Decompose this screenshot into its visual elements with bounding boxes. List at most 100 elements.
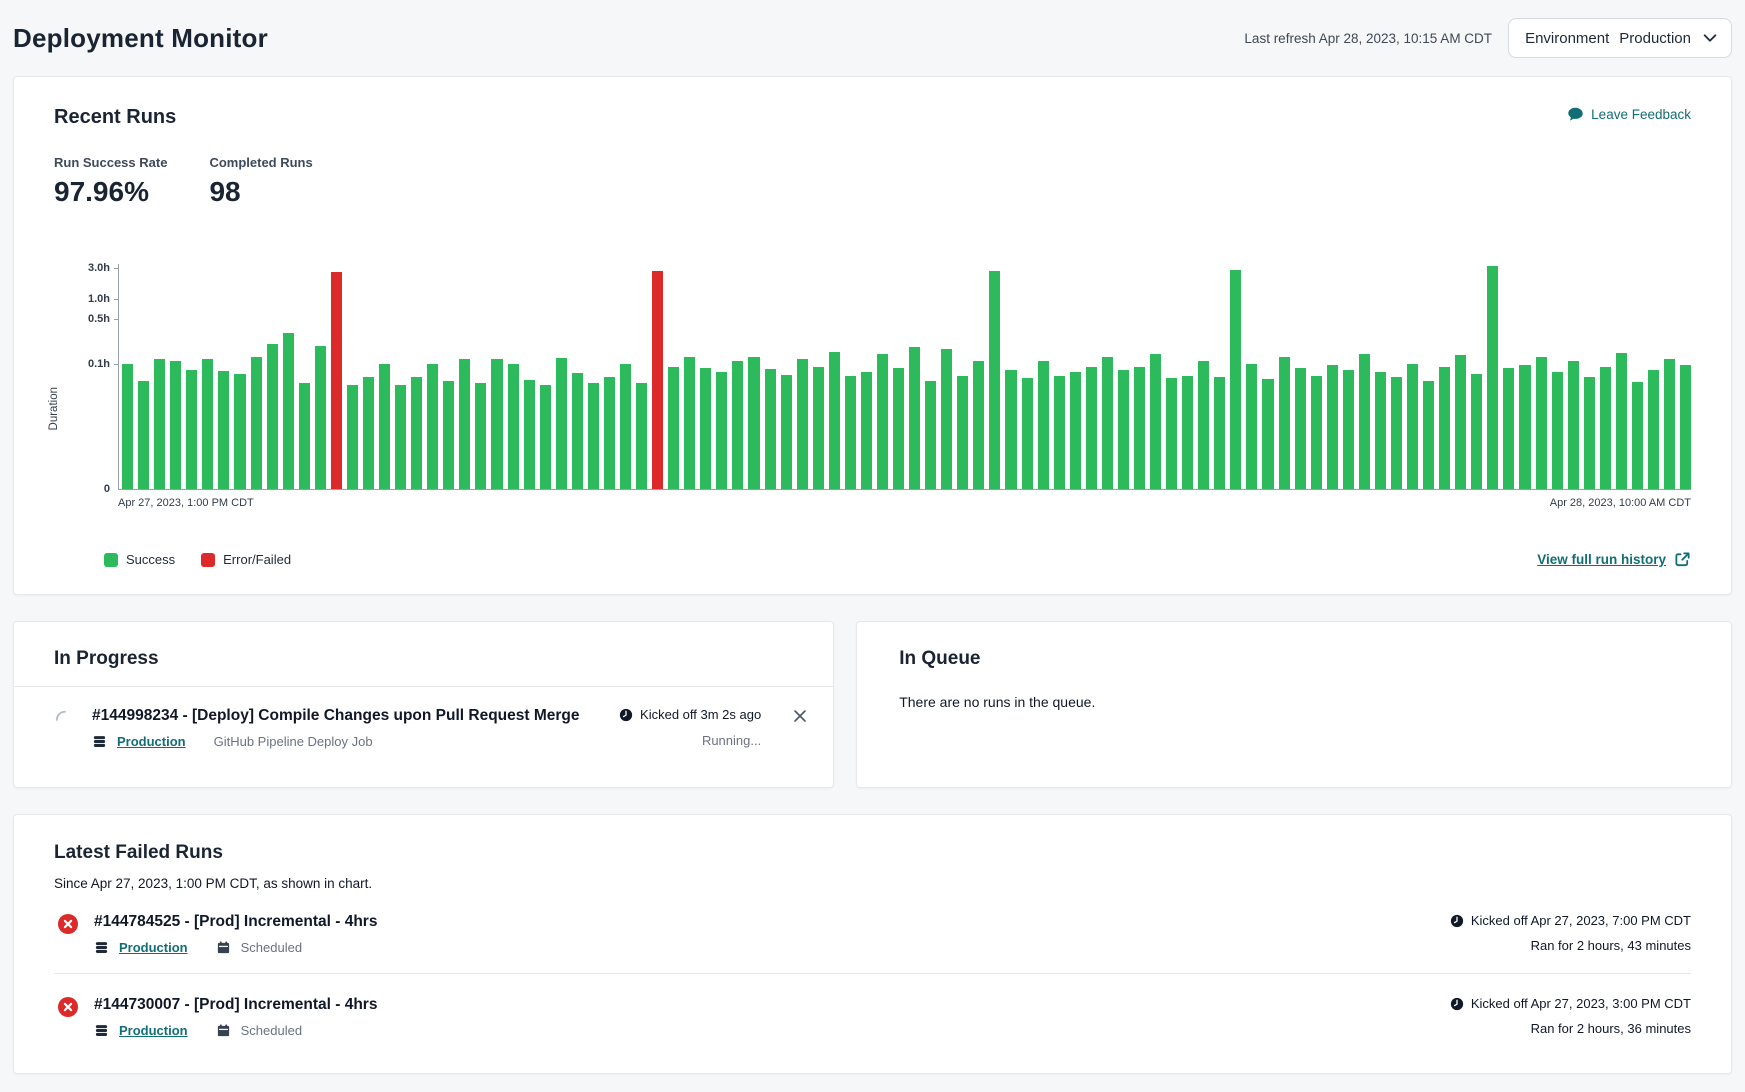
run-bar[interactable] <box>1134 367 1145 489</box>
run-bar[interactable] <box>491 359 502 489</box>
run-bar[interactable] <box>700 368 711 489</box>
run-bar[interactable] <box>941 349 952 489</box>
run-bar[interactable] <box>1262 379 1273 489</box>
run-bar[interactable] <box>234 374 245 489</box>
run-bar[interactable] <box>1198 361 1209 489</box>
run-bar[interactable] <box>475 383 486 489</box>
run-bar[interactable] <box>411 377 422 489</box>
run-bar[interactable] <box>1600 367 1611 489</box>
run-bar[interactable] <box>1327 365 1338 489</box>
run-bar[interactable] <box>1503 368 1514 489</box>
run-bar[interactable] <box>925 381 936 489</box>
run-bar[interactable] <box>877 354 888 489</box>
run-bar[interactable] <box>989 271 1000 489</box>
run-bar[interactable] <box>186 370 197 489</box>
run-bar[interactable] <box>893 368 904 489</box>
run-bar[interactable] <box>1295 368 1306 489</box>
run-bar[interactable] <box>218 371 229 489</box>
run-bar[interactable] <box>732 361 743 489</box>
run-bar[interactable] <box>620 364 631 489</box>
run-bar[interactable] <box>540 385 551 489</box>
run-bar[interactable] <box>154 359 165 489</box>
run-bar[interactable] <box>684 357 695 489</box>
run-bar[interactable] <box>251 357 262 489</box>
chart-plot-area[interactable] <box>118 264 1691 490</box>
run-bar[interactable] <box>957 376 968 489</box>
run-bar[interactable] <box>1455 355 1466 489</box>
run-bar[interactable] <box>1118 370 1129 489</box>
run-bar[interactable] <box>1166 378 1177 489</box>
run-bar[interactable] <box>1487 266 1498 489</box>
run-bar[interactable] <box>1359 354 1370 489</box>
run-bar-failed[interactable] <box>331 272 342 489</box>
run-bar[interactable] <box>1038 361 1049 489</box>
run-bar[interactable] <box>524 380 535 489</box>
run-bar[interactable] <box>1214 377 1225 489</box>
run-bar[interactable] <box>861 372 872 489</box>
run-bar[interactable] <box>1391 377 1402 489</box>
run-bar[interactable] <box>588 383 599 489</box>
run-bar[interactable] <box>1568 361 1579 489</box>
failed-run-environment-link[interactable]: Production <box>119 940 188 955</box>
run-bar[interactable] <box>267 344 278 489</box>
run-bar[interactable] <box>170 361 181 489</box>
run-bar[interactable] <box>909 347 920 489</box>
run-bar[interactable] <box>1471 374 1482 489</box>
run-bar[interactable] <box>427 364 438 489</box>
run-bar[interactable] <box>765 369 776 489</box>
run-bar[interactable] <box>572 373 583 489</box>
run-bar[interactable] <box>1279 357 1290 489</box>
run-bar[interactable] <box>1150 354 1161 489</box>
run-bar[interactable] <box>1311 376 1322 489</box>
run-bar[interactable] <box>829 352 840 489</box>
run-bar[interactable] <box>363 377 374 489</box>
run-bar[interactable] <box>1584 377 1595 489</box>
run-bar[interactable] <box>443 381 454 489</box>
run-bar[interactable] <box>1054 376 1065 489</box>
run-bar[interactable] <box>315 346 326 489</box>
run-bar[interactable] <box>1552 372 1563 489</box>
run-bar[interactable] <box>1102 357 1113 489</box>
run-bar[interactable] <box>748 357 759 489</box>
run-bar[interactable] <box>202 359 213 489</box>
run-bar[interactable] <box>813 367 824 489</box>
run-bar[interactable] <box>379 364 390 489</box>
run-bar[interactable] <box>1632 382 1643 489</box>
run-bar[interactable] <box>1022 378 1033 489</box>
run-bar[interactable] <box>508 364 519 489</box>
leave-feedback-button[interactable]: Leave Feedback <box>1567 106 1691 123</box>
run-bar[interactable] <box>636 383 647 489</box>
run-bar[interactable] <box>1519 365 1530 489</box>
run-bar[interactable] <box>1005 370 1016 489</box>
run-bar[interactable] <box>122 364 133 489</box>
run-bar[interactable] <box>1423 381 1434 489</box>
run-bar[interactable] <box>395 385 406 489</box>
run-bar[interactable] <box>283 333 294 489</box>
run-bar[interactable] <box>1343 370 1354 489</box>
run-bar[interactable] <box>845 376 856 489</box>
run-bar[interactable] <box>1375 372 1386 489</box>
run-bar[interactable] <box>716 372 727 489</box>
environment-selector[interactable]: Environment Production <box>1508 18 1732 58</box>
run-bar[interactable] <box>1407 364 1418 489</box>
run-bar[interactable] <box>347 385 358 489</box>
run-bar[interactable] <box>797 359 808 489</box>
run-bar[interactable] <box>138 381 149 489</box>
run-bar-failed[interactable] <box>652 271 663 489</box>
run-bar[interactable] <box>1439 367 1450 489</box>
run-bar[interactable] <box>1070 372 1081 489</box>
run-bar[interactable] <box>1230 270 1241 489</box>
run-bar[interactable] <box>781 375 792 489</box>
run-bar[interactable] <box>1182 376 1193 489</box>
cancel-run-button[interactable] <box>791 707 809 728</box>
run-bar[interactable] <box>1648 370 1659 489</box>
run-bar[interactable] <box>604 377 615 489</box>
run-bar[interactable] <box>299 383 310 489</box>
run-bar[interactable] <box>1616 353 1627 489</box>
run-bar[interactable] <box>556 358 567 489</box>
run-bar[interactable] <box>1536 357 1547 489</box>
run-bar[interactable] <box>1664 359 1675 489</box>
in-progress-environment-link[interactable]: Production <box>117 734 186 749</box>
run-bar[interactable] <box>1246 364 1257 489</box>
run-bar[interactable] <box>459 359 470 489</box>
